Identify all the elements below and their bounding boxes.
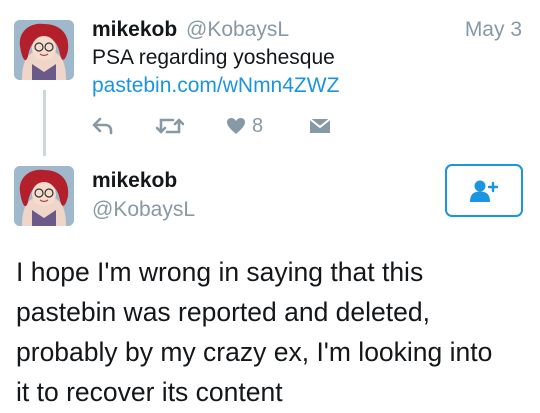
like-button[interactable]: 8 bbox=[226, 112, 263, 140]
direct-message-button[interactable] bbox=[309, 112, 331, 140]
author-name[interactable]: mikekob bbox=[92, 18, 177, 42]
author-name[interactable]: mikekob bbox=[92, 169, 177, 193]
avatar-image bbox=[14, 166, 74, 226]
avatar[interactable] bbox=[14, 166, 74, 226]
retweet-icon bbox=[156, 118, 184, 134]
tweet-body-line: probably by my crazy ex, I'm looking int… bbox=[16, 337, 493, 367]
heart-icon bbox=[227, 118, 245, 134]
tweet-body-line: it to recover its content bbox=[16, 377, 283, 407]
like-count: 8 bbox=[252, 114, 264, 137]
reply-icon bbox=[92, 117, 113, 135]
envelope-icon bbox=[309, 118, 331, 133]
follow-button[interactable] bbox=[445, 164, 523, 217]
avatar-image bbox=[14, 20, 74, 80]
tweet-link[interactable]: pastebin.com/wNmn4ZWZ bbox=[92, 74, 339, 98]
follow-user-icon bbox=[470, 180, 499, 202]
tweet-date[interactable]: May 3 bbox=[465, 18, 522, 42]
tweet-body-line: pastebin was reported and deleted, bbox=[16, 297, 430, 327]
author-handle[interactable]: @KobaysL bbox=[92, 198, 195, 222]
avatar[interactable] bbox=[14, 20, 74, 80]
retweet-button[interactable] bbox=[156, 112, 184, 140]
thread-line bbox=[43, 90, 46, 156]
reply-button[interactable] bbox=[92, 112, 114, 140]
tweet-body-line: I hope I'm wrong in saying that this bbox=[16, 257, 424, 287]
tweet-body: I hope I'm wrong in saying that this pas… bbox=[16, 252, 526, 412]
tweet-text: PSA regarding yoshesque bbox=[92, 46, 335, 69]
author-handle[interactable]: @KobaysL bbox=[186, 18, 289, 42]
